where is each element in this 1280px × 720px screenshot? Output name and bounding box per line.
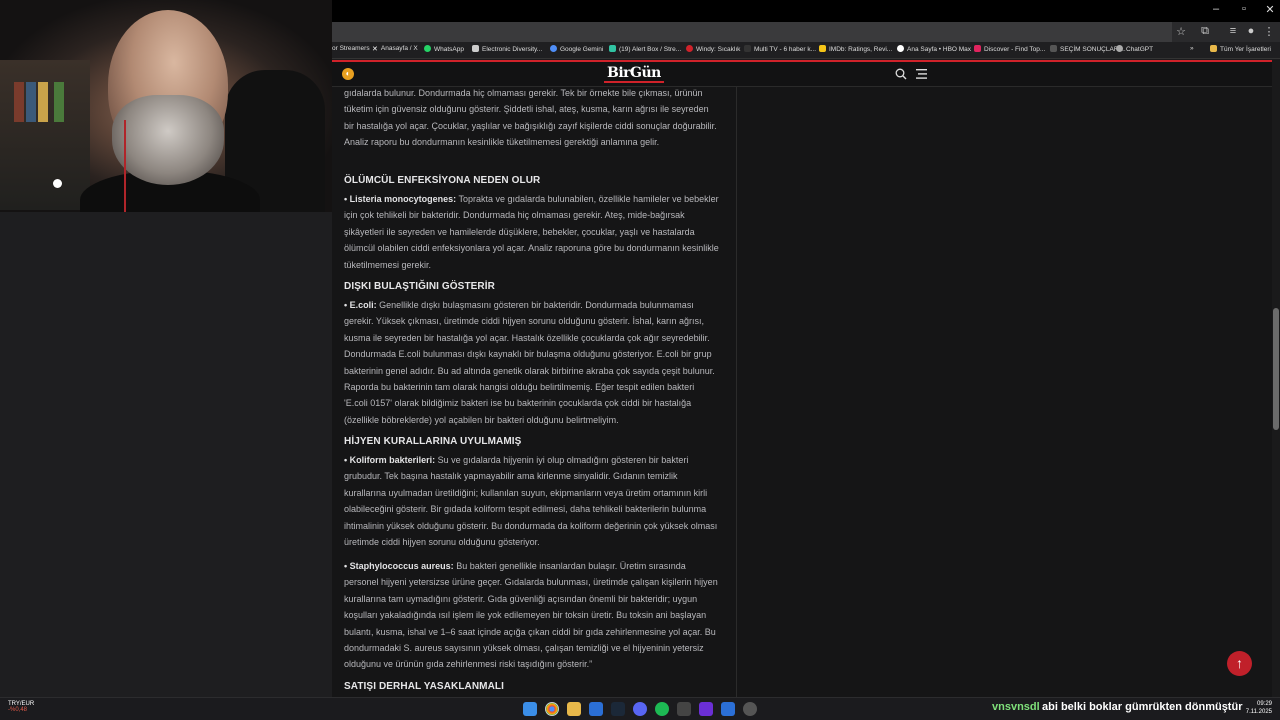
address-input[interactable] (332, 22, 1172, 42)
app-icon[interactable] (589, 702, 603, 716)
section-heading: SATIŞI DERHAL YASAKLANMALI (344, 681, 505, 692)
bullet-title: • E.coli: (344, 300, 377, 310)
bookmark-item[interactable]: Tüm Yer İşaretleri (1210, 45, 1271, 53)
profile-icon[interactable]: ● (1244, 25, 1258, 37)
menu-icon[interactable] (916, 69, 927, 79)
screen: – ▫ ✕ ☆ ⧉ ≡ ● ⋮ or Streamers ✕ Anasayfa /… (0, 0, 1280, 720)
paragraph-text: Toprakta ve gıdalarda bulunabilen, özell… (344, 194, 719, 270)
clock[interactable]: 09:29 7.11.2025 (1244, 700, 1272, 716)
more-bookmarks-icon[interactable]: » (1190, 45, 1194, 52)
logo-part: Gün (630, 65, 661, 81)
book-spine (54, 82, 64, 122)
earphone-cable (124, 120, 126, 212)
extensions-icon[interactable]: ⧉ (1198, 25, 1212, 38)
section-heading: ÖLÜMCÜL ENFEKSİYONA NEDEN OLUR (344, 175, 541, 186)
sidebar-column (737, 87, 1272, 697)
file-explorer-icon[interactable] (567, 702, 581, 716)
paragraph-text: Genellikle dışkı bulaşmasını gösteren bi… (344, 300, 715, 425)
bullet-title: • Listeria monocytogenes: (344, 194, 457, 204)
article-paragraph: • Listeria monocytogenes: Toprakta ve gı… (344, 191, 719, 273)
chat-message: abi belki boklar gümrükten dönmüştür (1042, 701, 1243, 713)
media-icon[interactable]: ≡ (1226, 25, 1240, 37)
bullet-title: • Koliform bakterileri: (344, 455, 436, 465)
minimize-icon[interactable]: – (1208, 3, 1224, 15)
maximize-icon[interactable]: ▫ (1236, 3, 1252, 15)
section-heading: DIŞKI BULAŞTIĞINI GÖSTERİR (344, 281, 495, 292)
start-icon[interactable] (523, 702, 537, 716)
section-heading: HİJYEN KURALLARINA UYULMAMIŞ (344, 436, 522, 447)
article-paragraph: • Staphylococcus aureus: Bu bakteri gene… (344, 558, 719, 673)
article-body: gıdalarda bulunur. Dondurmada hiç olmama… (332, 87, 737, 697)
bookmarks-bar: or Streamers ✕ Anasayfa / X WhatsApp Elec… (332, 42, 1280, 59)
settings-icon[interactable] (743, 702, 757, 716)
logo-part: Bir (607, 65, 631, 81)
bookmark-item[interactable]: Google Gemini (550, 45, 603, 53)
address-bar-row: ☆ ⧉ ≡ ● ⋮ (332, 22, 1280, 42)
chat-username: vnsvnsdl (992, 701, 1040, 713)
scrollbar-thumb[interactable] (1273, 308, 1279, 430)
bookmark-item[interactable]: Electronic Diversity... (472, 45, 542, 53)
bookmark-item[interactable]: Discover - Find Top... (974, 45, 1045, 53)
bookmark-item[interactable]: or Streamers (332, 45, 370, 52)
article-paragraph: • E.coli: Genellikle dışkı bulaşmasını g… (344, 297, 719, 428)
book-spine (26, 82, 36, 122)
currency-change: -%0,48 (8, 707, 28, 713)
app-icon[interactable] (699, 702, 713, 716)
light-dot (53, 179, 62, 188)
discord-icon[interactable] (633, 702, 647, 716)
bookmark-item[interactable]: ✕ Anasayfa / X (372, 45, 418, 53)
header-accent-line (332, 60, 1280, 62)
taskbar: TRY/EUR -%0,48 vnsvnsdl abi belki boklar… (0, 697, 1280, 720)
search-icon[interactable] (895, 68, 907, 80)
bookmark-item[interactable]: IMDb: Ratings, Revi... (819, 45, 892, 53)
bookmark-item[interactable]: Windy: Sıcaklık (686, 45, 740, 53)
book-spine (14, 82, 24, 122)
book-spine (38, 82, 48, 122)
person-beard (112, 95, 224, 185)
site-logo[interactable]: BirGün (604, 65, 664, 83)
chrome-icon[interactable] (545, 702, 559, 716)
paragraph-text: Bu bakteri genellikle insanlardan bulaşı… (344, 561, 718, 670)
bookmark-item[interactable]: SEÇİM SONUÇLARI... (1050, 45, 1126, 53)
calculator-icon[interactable] (677, 702, 691, 716)
webcam-overlay (0, 0, 332, 212)
window-titlebar: – ▫ ✕ (332, 0, 1280, 22)
article-paragraph: gıdalarda bulunur. Dondurmada hiç olmama… (344, 88, 717, 148)
currency-widget[interactable]: TRY/EUR -%0,48 (8, 701, 34, 713)
bookmark-star-icon[interactable]: ☆ (1174, 25, 1188, 38)
steam-icon[interactable] (611, 702, 625, 716)
close-icon[interactable]: ✕ (1262, 3, 1278, 16)
scroll-to-top-button[interactable]: ↑ (1227, 651, 1252, 676)
article-paragraph: • Koliform bakterileri: Su ve gıdalarda … (344, 452, 719, 550)
browser-menu-icon[interactable]: ⋮ (1262, 25, 1276, 38)
coin-icon[interactable]: ◐ (342, 68, 354, 80)
clock-time: 09:29 (1256, 701, 1272, 707)
bullet-title: • Staphylococcus aureus: (344, 561, 454, 571)
site-header: ◐ BirGün (332, 60, 1280, 87)
clock-date: 7.11.2025 (1245, 709, 1272, 715)
app-icon[interactable] (721, 702, 735, 716)
bookmark-item[interactable]: (19) Alert Box / Stre... (609, 45, 681, 53)
bookmark-item[interactable]: Ana Sayfa • HBO Max (897, 45, 971, 53)
bookmark-item[interactable]: Multi TV - 6 haber k... (744, 45, 816, 53)
paragraph-text: Su ve gıdalarda hijyenin iyi olup olmadı… (344, 455, 718, 548)
spotify-icon[interactable] (655, 702, 669, 716)
bookmark-item[interactable]: WhatsApp (424, 45, 464, 53)
bookmark-item[interactable]: ChatGPT (1116, 45, 1153, 53)
